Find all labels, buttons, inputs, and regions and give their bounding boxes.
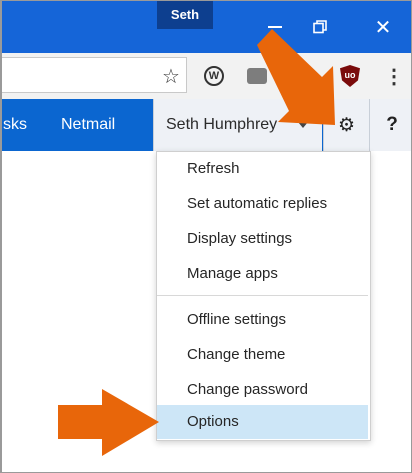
star-icon: ☆ bbox=[162, 65, 180, 88]
kebab-menu-icon: ⋮ bbox=[384, 65, 404, 88]
minimize-icon bbox=[268, 26, 282, 28]
rss-extension-icon bbox=[247, 68, 267, 84]
gear-icon: ⚙ bbox=[337, 114, 356, 136]
help-icon: ? bbox=[386, 114, 398, 135]
menu-item-manage-apps[interactable]: Manage apps bbox=[157, 257, 368, 291]
help-button[interactable]: ? bbox=[369, 99, 411, 151]
close-icon: ✕ bbox=[374, 16, 392, 39]
browser-toolbar: ☆ W uo ⋮ bbox=[2, 53, 411, 100]
ublock-extension-button[interactable]: uo bbox=[335, 61, 365, 91]
menu-divider bbox=[157, 295, 368, 296]
browser-menu-button[interactable]: ⋮ bbox=[379, 61, 409, 91]
gray-extension-icon bbox=[291, 67, 309, 85]
menu-item-options[interactable]: Options bbox=[157, 405, 368, 439]
minimize-button[interactable] bbox=[261, 13, 289, 41]
menu-item-change-theme[interactable]: Change theme bbox=[157, 338, 368, 372]
caret-down-icon bbox=[298, 122, 308, 128]
close-button[interactable]: ✕ bbox=[369, 13, 397, 41]
nav-link-tasks[interactable]: sks bbox=[3, 99, 27, 151]
gray-extension-button[interactable] bbox=[285, 61, 315, 91]
menu-item-automatic-replies[interactable]: Set automatic replies bbox=[157, 187, 368, 221]
profile-badge[interactable]: Seth bbox=[157, 1, 213, 29]
bookmark-star-button[interactable]: ☆ bbox=[156, 61, 186, 91]
title-bar: Seth ✕ bbox=[2, 1, 411, 53]
restore-button[interactable] bbox=[306, 13, 334, 41]
restore-icon bbox=[313, 20, 327, 34]
settings-gear-button[interactable]: ⚙ bbox=[323, 99, 369, 151]
rss-extension-button[interactable] bbox=[242, 61, 272, 91]
user-name: Seth Humphrey bbox=[166, 116, 278, 133]
ublock-shield-icon: uo bbox=[340, 65, 360, 87]
nav-link-netmail[interactable]: Netmail bbox=[61, 99, 115, 151]
menu-item-display-settings[interactable]: Display settings bbox=[157, 222, 368, 256]
w-extension-button[interactable]: W bbox=[199, 61, 229, 91]
user-menu-button[interactable]: Seth Humphrey bbox=[153, 99, 322, 151]
browser-window: Seth ✕ ☆ W uo ⋮ sks Netmail Seth Humphre… bbox=[0, 0, 412, 473]
outlook-nav-bar: sks Netmail Seth Humphrey ⚙ ? bbox=[2, 99, 411, 151]
menu-item-refresh[interactable]: Refresh bbox=[157, 152, 368, 186]
menu-item-offline-settings[interactable]: Offline settings bbox=[157, 303, 368, 337]
settings-dropdown-menu: Refresh Set automatic replies Display se… bbox=[156, 151, 371, 441]
menu-item-change-password[interactable]: Change password bbox=[157, 373, 368, 407]
arrow-to-options-icon bbox=[58, 389, 159, 456]
w-extension-icon: W bbox=[204, 66, 224, 86]
